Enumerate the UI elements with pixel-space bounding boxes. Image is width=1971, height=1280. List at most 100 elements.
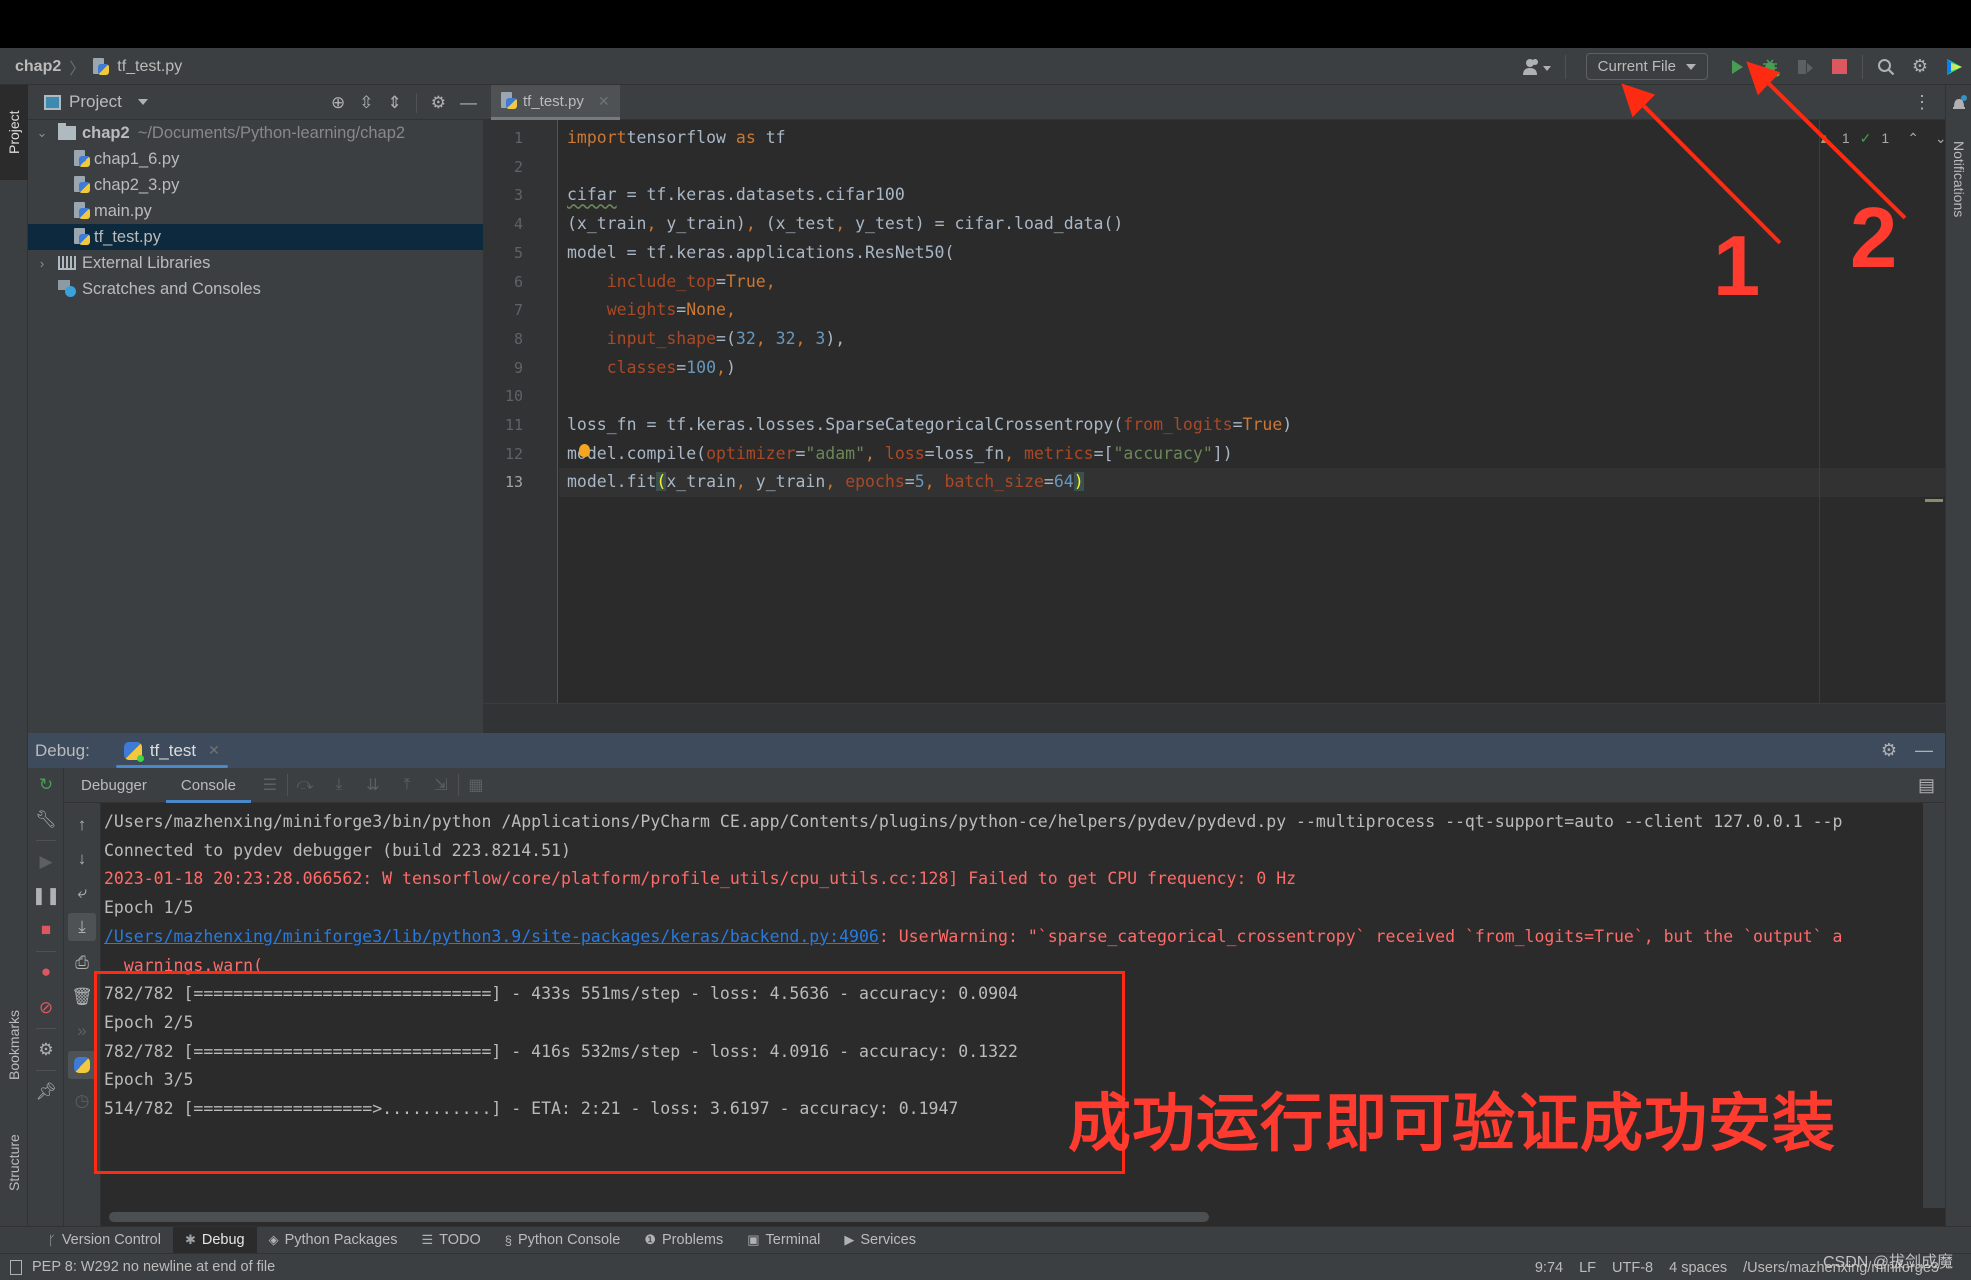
file-encoding[interactable]: UTF-8: [1612, 1260, 1653, 1276]
close-icon[interactable]: ✕: [598, 93, 610, 110]
tree-item[interactable]: chap1_6.py: [28, 146, 483, 172]
scroll-to-end-icon[interactable]: ⤓: [68, 913, 96, 941]
code-line[interactable]: cifar = tf.keras.datasets.cifar100: [567, 181, 905, 210]
tree-item[interactable]: main.py: [28, 198, 483, 224]
locate-file-icon[interactable]: ⊕: [331, 93, 345, 113]
run-to-cursor-icon[interactable]: ⇲: [424, 768, 458, 803]
tool-tab-notifications[interactable]: Notifications: [1946, 115, 1971, 217]
step-over-icon[interactable]: ⤼: [288, 768, 322, 803]
chevron-down-icon: [1686, 63, 1696, 70]
more-options-icon[interactable]: ⋮: [1913, 85, 1931, 120]
code-editor[interactable]: importtensorflow as tf cifar = tf.keras.d…: [559, 120, 1945, 703]
chevron-right-icon[interactable]: ›: [34, 256, 50, 271]
tree-item[interactable]: tf_test.py: [28, 224, 483, 250]
tool-tab-bookmarks[interactable]: Bookmarks: [0, 990, 28, 1100]
code-line[interactable]: loss_fn = tf.keras.losses.SparseCategori…: [567, 411, 1292, 440]
threads-list-icon[interactable]: ☰: [253, 768, 287, 803]
arrow-down-icon[interactable]: ↓: [64, 845, 100, 873]
step-into-icon[interactable]: ⤓: [322, 768, 356, 803]
tool-window-todo[interactable]: ☰ TODO: [409, 1227, 492, 1254]
resume-icon[interactable]: ▶︎: [28, 848, 64, 876]
tree-item[interactable]: chap2_3.py: [28, 172, 483, 198]
previous-highlight-icon[interactable]: ⌃: [1907, 130, 1919, 147]
next-highlight-icon[interactable]: ⌄: [1935, 130, 1947, 147]
debug-subtabs-toolbar: Debugger Console ☰ ⤼ ⤓ ⇊ ⤒ ⇲ ▦ ▤: [64, 768, 1945, 803]
code-line[interactable]: model.fit(x_train, y_train, epochs=5, ba…: [567, 468, 1084, 497]
pin-icon[interactable]: 📌︎: [28, 1078, 64, 1106]
project-view-selector[interactable]: Project: [69, 92, 122, 112]
breadcrumb-project[interactable]: chap2: [15, 58, 61, 76]
run-button[interactable]: [1720, 48, 1754, 85]
code-line[interactable]: include_top=True,: [567, 268, 776, 297]
tool-window-version-control[interactable]: ᚴ Version Control: [36, 1227, 173, 1254]
tab-console[interactable]: Console: [164, 768, 253, 803]
code-line[interactable]: model.compile(optimizer="adam", loss=los…: [567, 440, 1233, 469]
wrench-icon[interactable]: 🔧︎: [28, 806, 64, 834]
chevron-down-icon[interactable]: [137, 99, 148, 105]
python-console-icon[interactable]: [68, 1051, 96, 1079]
stop-button[interactable]: [1822, 48, 1856, 85]
tool-window-debug[interactable]: ✱ Debug: [172, 1226, 257, 1254]
tree-item[interactable]: › External Libraries: [28, 250, 483, 276]
tree-item[interactable]: Scratches and Consoles: [28, 276, 483, 302]
chevron-down-icon[interactable]: ⌄: [34, 125, 50, 141]
arrow-up-icon[interactable]: ↑: [64, 811, 100, 839]
indent-setting[interactable]: 4 spaces: [1669, 1260, 1727, 1276]
code-line[interactable]: importtensorflow as tf: [567, 124, 786, 153]
tool-window-terminal[interactable]: ▣ Terminal: [735, 1227, 832, 1254]
tool-window-python-console[interactable]: § Python Console: [493, 1227, 633, 1254]
tab-debugger[interactable]: Debugger: [64, 768, 164, 803]
stop-icon[interactable]: ■: [28, 916, 64, 944]
scrollbar-marker[interactable]: [1925, 499, 1943, 502]
intention-bulb-icon[interactable]: [579, 444, 590, 457]
debug-session-tab[interactable]: tf_test ✕: [112, 733, 228, 768]
tool-window-problems[interactable]: ❶ Problems: [632, 1227, 735, 1254]
console-horizontal-scrollbar[interactable]: [101, 1208, 1945, 1226]
pause-icon[interactable]: ❚❚: [28, 882, 64, 910]
caret-position[interactable]: 9:74: [1535, 1260, 1563, 1276]
step-out-icon[interactable]: ⤒: [390, 768, 424, 803]
console-vertical-scrollbar[interactable]: [1923, 803, 1945, 1208]
hide-panel-icon[interactable]: —: [1915, 740, 1933, 761]
line-number: 6: [513, 272, 523, 291]
expand-all-icon[interactable]: ⇳: [359, 93, 373, 113]
rerun-icon[interactable]: ↻: [28, 771, 64, 799]
user-icon[interactable]: [1515, 48, 1559, 85]
run-with-coverage-button[interactable]: [1788, 48, 1822, 85]
run-configuration-dropdown[interactable]: Current File: [1585, 53, 1708, 80]
toolbox-icon[interactable]: [1937, 48, 1971, 85]
gear-icon[interactable]: ⚙: [431, 93, 446, 113]
layout-settings-icon[interactable]: ▤: [1918, 768, 1935, 803]
gear-icon[interactable]: ⚙: [1881, 740, 1897, 761]
mute-breakpoints-icon[interactable]: ⊘: [28, 994, 64, 1022]
code-line[interactable]: input_shape=(32, 32, 3),: [567, 325, 845, 354]
soft-wrap-icon[interactable]: ⤶: [64, 879, 100, 907]
tool-window-python-packages[interactable]: ◈ Python Packages: [257, 1227, 410, 1254]
breadcrumb-file[interactable]: tf_test.py: [117, 58, 182, 76]
search-icon[interactable]: [1869, 48, 1903, 85]
inspection-widget[interactable]: ▲ 1 ✓ 1 ⌃ ⌄: [1818, 125, 1947, 151]
code-line[interactable]: (x_train, y_train), (x_test, y_test) = c…: [567, 210, 1123, 239]
tool-tab-structure[interactable]: Structure: [0, 1115, 28, 1210]
view-breakpoints-icon[interactable]: ●: [28, 958, 64, 986]
tree-item[interactable]: ⌄ chap2 ~/Documents/Python-learning/chap2: [28, 120, 483, 146]
code-line[interactable]: model = tf.keras.applications.ResNet50(: [567, 239, 954, 268]
line-separator[interactable]: LF: [1579, 1260, 1596, 1276]
debug-button[interactable]: [1754, 48, 1788, 85]
code-line[interactable]: classes=100,): [567, 354, 736, 383]
panel-splitter[interactable]: [483, 703, 1945, 733]
step-into-my-code-icon[interactable]: ⇊: [356, 768, 390, 803]
tool-tab-project[interactable]: Project: [0, 85, 28, 180]
close-icon[interactable]: ✕: [208, 742, 220, 759]
panel-toggle-icon[interactable]: [10, 1259, 22, 1275]
hide-panel-icon[interactable]: —: [460, 93, 477, 113]
evaluate-expression-icon[interactable]: ▦: [459, 768, 493, 803]
collapse-all-icon[interactable]: ⇕: [388, 93, 402, 113]
settings-icon[interactable]: ⚙: [28, 1036, 64, 1064]
settings-icon[interactable]: ⚙: [1903, 48, 1937, 85]
editor-tab-tf-test[interactable]: tf_test.py ✕: [491, 85, 620, 120]
code-line[interactable]: weights=None,: [567, 296, 736, 325]
tool-window-services[interactable]: ▶ Services: [832, 1227, 928, 1254]
scrollbar-thumb[interactable]: [109, 1212, 1209, 1222]
console-file-link[interactable]: /Users/mazhenxing/miniforge3/lib/python3…: [104, 927, 879, 946]
